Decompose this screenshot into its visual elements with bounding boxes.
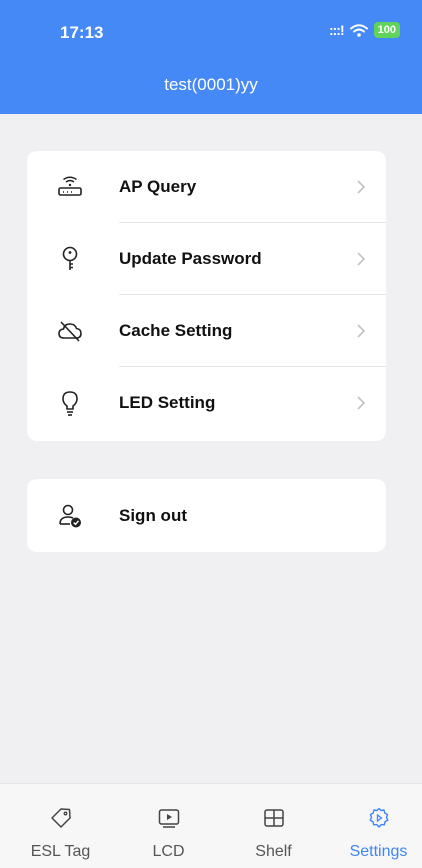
battery-icon: 100 [373, 22, 400, 38]
chevron-right-icon [357, 396, 366, 410]
gear-icon [369, 807, 388, 828]
chevron-right-icon [357, 252, 366, 266]
cloud-off-icon [57, 318, 83, 344]
lightbulb-icon [57, 390, 83, 416]
ap-query-label: AP Query [119, 177, 197, 196]
tab-label: ESL Tag [30, 843, 91, 860]
tab-bar: ESL Tag LCD Shelf Settings [0, 783, 422, 868]
shelf-grid-icon [263, 809, 284, 827]
sign-out-card: Sign out [27, 479, 386, 552]
router-icon [57, 174, 83, 200]
update-password-label: Update Password [119, 249, 262, 268]
status-icons: :::! 100 [329, 22, 400, 38]
sign-out-label: Sign out [119, 505, 187, 525]
status-time: 17:13 [60, 23, 104, 42]
key-icon [57, 246, 83, 272]
ap-query-row[interactable]: AP Query [27, 151, 386, 223]
app-header: 17:13 :::! 100 test(0001)yy [0, 0, 422, 114]
led-setting-label: LED Setting [119, 393, 216, 412]
tab-esl-tag[interactable]: ESL Tag [8, 784, 113, 868]
tag-icon [50, 808, 71, 828]
tab-label: LCD [152, 843, 185, 860]
chevron-right-icon [357, 180, 366, 194]
wifi-icon [349, 23, 368, 37]
tab-lcd[interactable]: LCD [116, 784, 221, 868]
tab-shelf[interactable]: Shelf [221, 784, 326, 868]
signal-icon: :::! [328, 22, 345, 38]
play-screen-icon [158, 809, 179, 828]
cache-setting-label: Cache Setting [119, 321, 233, 340]
settings-card: AP Query Update Password Cache Setting L… [27, 151, 386, 441]
user-check-icon [57, 503, 83, 529]
chevron-right-icon [357, 324, 366, 338]
tab-label: Shelf [255, 843, 292, 860]
tab-label: Settings [349, 843, 408, 860]
tab-settings[interactable]: Settings [326, 784, 422, 868]
led-setting-row[interactable]: LED Setting [27, 367, 386, 439]
update-password-row[interactable]: Update Password [27, 223, 386, 295]
sign-out-row[interactable]: Sign out [27, 479, 386, 552]
cache-setting-row[interactable]: Cache Setting [27, 295, 386, 367]
status-bar: 17:13 :::! 100 [0, 0, 422, 62]
page-title: test(0001)yy [164, 75, 258, 94]
